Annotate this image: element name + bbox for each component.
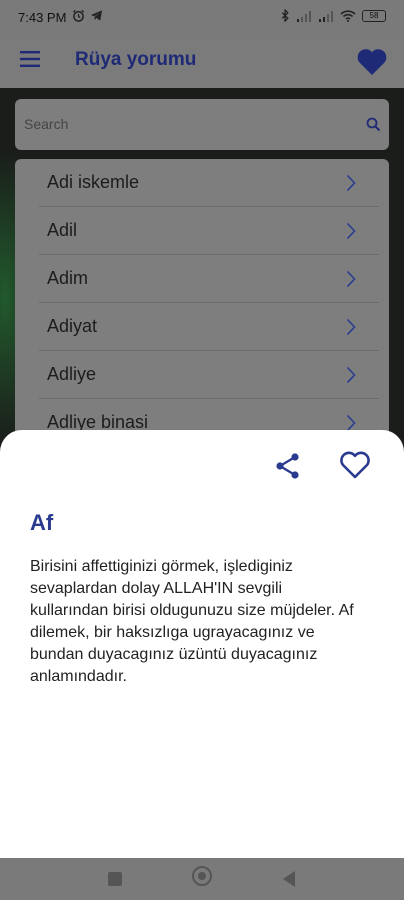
list-item-label: Adim (47, 268, 89, 288)
search-box[interactable] (15, 99, 389, 150)
telegram-icon (90, 10, 103, 21)
status-right-icons: 58 (281, 9, 386, 22)
app-bar: Rüya yorumu (0, 34, 404, 88)
search-icon[interactable] (366, 117, 381, 132)
search-input[interactable] (24, 113, 344, 135)
back-icon[interactable] (283, 871, 295, 887)
word-list: Adi iskemle Adil Adim Adiyat Adliye Adli… (15, 159, 389, 459)
alarm-icon (72, 9, 85, 22)
word-description: Birisini affettiginizi görmek, işledigin… (30, 558, 354, 685)
recent-apps-icon[interactable] (108, 872, 122, 886)
list-item[interactable]: Adil (15, 207, 389, 255)
favorite-heart-outline-icon[interactable] (339, 450, 371, 480)
wifi-icon (340, 9, 356, 22)
list-item[interactable]: Adi iskemle (15, 159, 389, 207)
list-item-label: Adi iskemle (47, 172, 140, 192)
favorites-heart-icon[interactable] (356, 47, 388, 77)
menu-icon[interactable] (20, 51, 40, 67)
battery-icon: 58 (362, 9, 386, 22)
list-item[interactable]: Adim (15, 255, 389, 303)
list-item[interactable]: Adliye (15, 351, 389, 399)
status-bar: 7:43 PM 58 (0, 0, 404, 34)
chevron-right-icon (346, 318, 356, 336)
word-title: Af (30, 510, 54, 535)
status-left-icons (72, 9, 103, 22)
list-item-label: Adil (47, 220, 78, 240)
navigation-bar (0, 858, 404, 900)
chevron-right-icon (346, 222, 356, 240)
list-item[interactable]: Adiyat (15, 303, 389, 351)
share-icon[interactable] (274, 452, 302, 480)
status-time: 7:43 PM (18, 10, 67, 25)
chevron-right-icon (346, 366, 356, 384)
detail-bottom-sheet: Af Birisini affettiginizi görmek, işledi… (0, 430, 404, 858)
home-icon[interactable] (192, 866, 212, 886)
signal-icon (297, 10, 311, 22)
app-title: Rüya yorumu (75, 49, 197, 70)
list-item-label: Adiyat (47, 316, 98, 336)
bluetooth-icon (281, 9, 289, 22)
chevron-right-icon (346, 270, 356, 288)
signal-icon (319, 10, 333, 22)
list-item-label: Adliye (47, 364, 97, 384)
chevron-right-icon (346, 174, 356, 192)
